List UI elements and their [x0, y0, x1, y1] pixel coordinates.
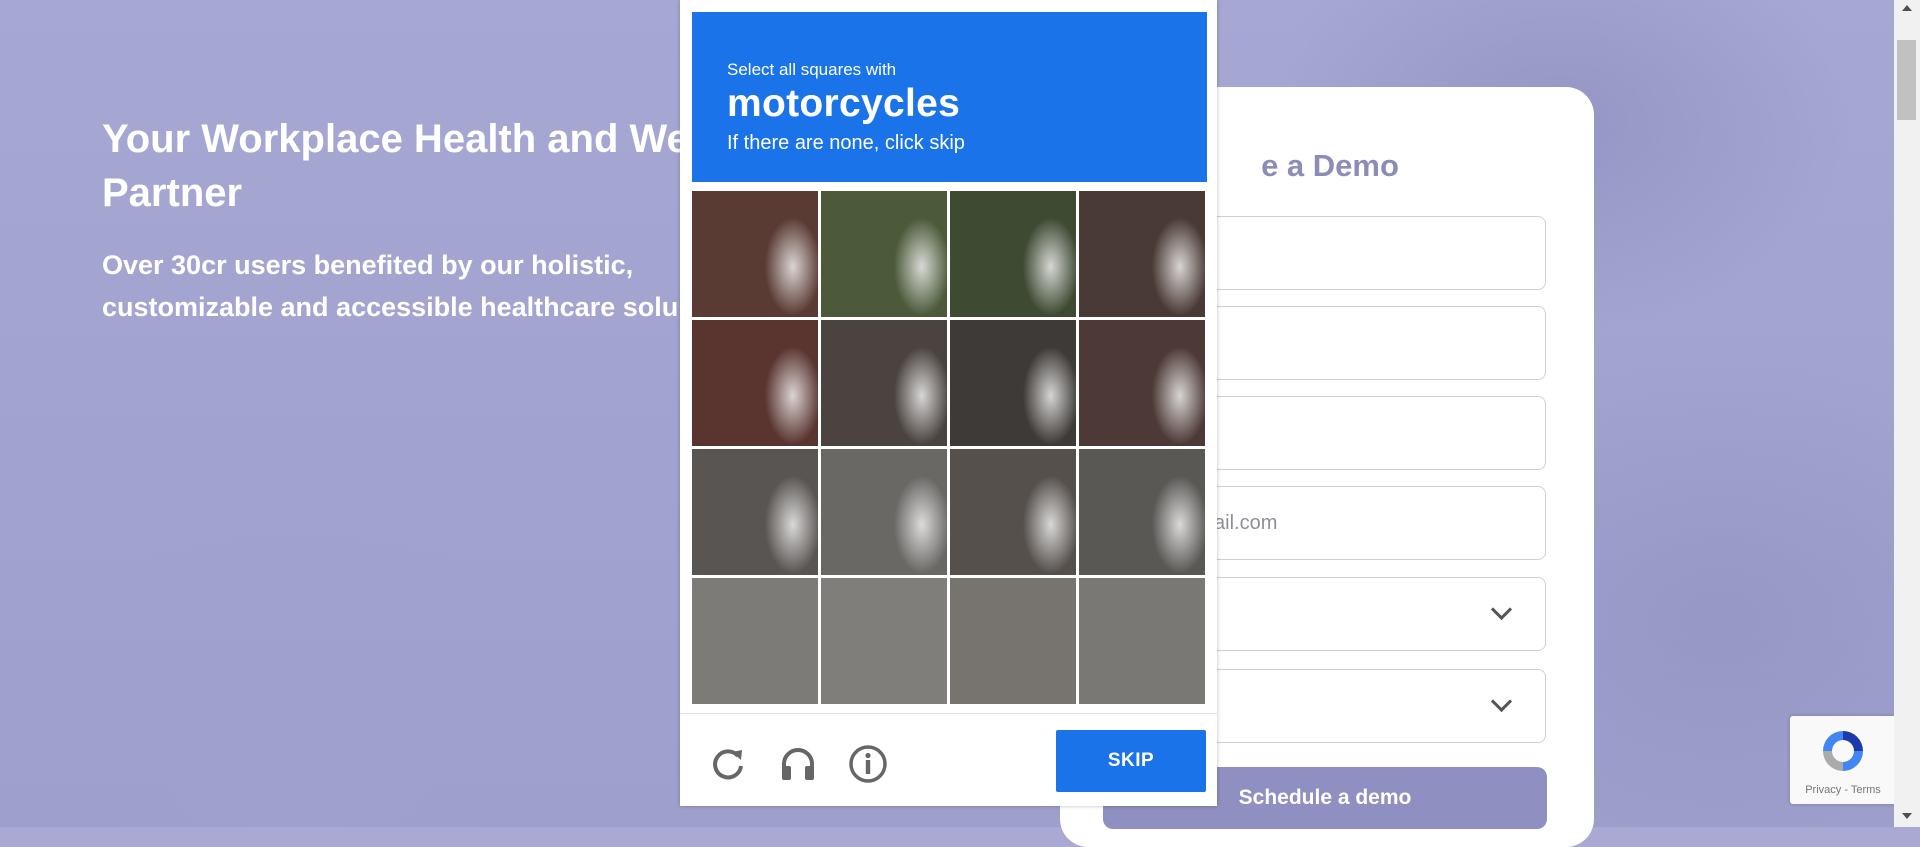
captcha-tile[interactable]: [950, 578, 1076, 704]
captcha-tile[interactable]: [1079, 320, 1205, 446]
captcha-footer: SKIP: [680, 713, 1217, 807]
captcha-tile[interactable]: [692, 449, 818, 575]
captcha-tile[interactable]: [821, 578, 947, 704]
captcha-hint: If there are none, click skip: [727, 132, 965, 154]
scroll-up-arrow-icon[interactable]: [1902, 5, 1912, 11]
info-icon[interactable]: [848, 744, 888, 784]
captcha-tile[interactable]: [950, 191, 1076, 317]
captcha-tile[interactable]: [692, 578, 818, 704]
chevron-down-icon: [1490, 598, 1513, 621]
recaptcha-logo-icon: [1823, 731, 1863, 771]
captcha-tile[interactable]: [821, 320, 947, 446]
captcha-tile[interactable]: [950, 320, 1076, 446]
captcha-tile[interactable]: [1079, 449, 1205, 575]
captcha-tile[interactable]: [1079, 578, 1205, 704]
reload-icon[interactable]: [708, 744, 748, 784]
captcha-tile[interactable]: [692, 191, 818, 317]
captcha-tile[interactable]: [692, 320, 818, 446]
captcha-tile[interactable]: [950, 449, 1076, 575]
chevron-down-icon: [1490, 690, 1513, 713]
skip-button[interactable]: SKIP: [1056, 730, 1206, 792]
recaptcha-badge[interactable]: Privacy - Terms: [1790, 716, 1896, 804]
audio-icon[interactable]: [778, 744, 818, 784]
recaptcha-links[interactable]: Privacy - Terms: [1790, 784, 1896, 796]
hero-subtitle: Over 30cr users benefited by our holisti…: [102, 250, 679, 322]
scroll-thumb[interactable]: [1897, 40, 1916, 120]
captcha-tile[interactable]: [821, 449, 947, 575]
captcha-tile[interactable]: [821, 191, 947, 317]
hero-title: Your Workplace Health and We Partner: [102, 117, 689, 215]
captcha-image-grid: [692, 191, 1207, 706]
captcha-header: Select all squares with motorcycles If t…: [692, 12, 1207, 182]
scroll-down-arrow-icon[interactable]: [1902, 813, 1912, 819]
page-scrollbar[interactable]: [1894, 0, 1920, 827]
captcha-tile[interactable]: [1079, 191, 1205, 317]
captcha-challenge: Select all squares with motorcycles If t…: [680, 0, 1217, 806]
captcha-target-object: motorcycles: [727, 82, 961, 125]
captcha-instruction: Select all squares with: [727, 60, 897, 79]
